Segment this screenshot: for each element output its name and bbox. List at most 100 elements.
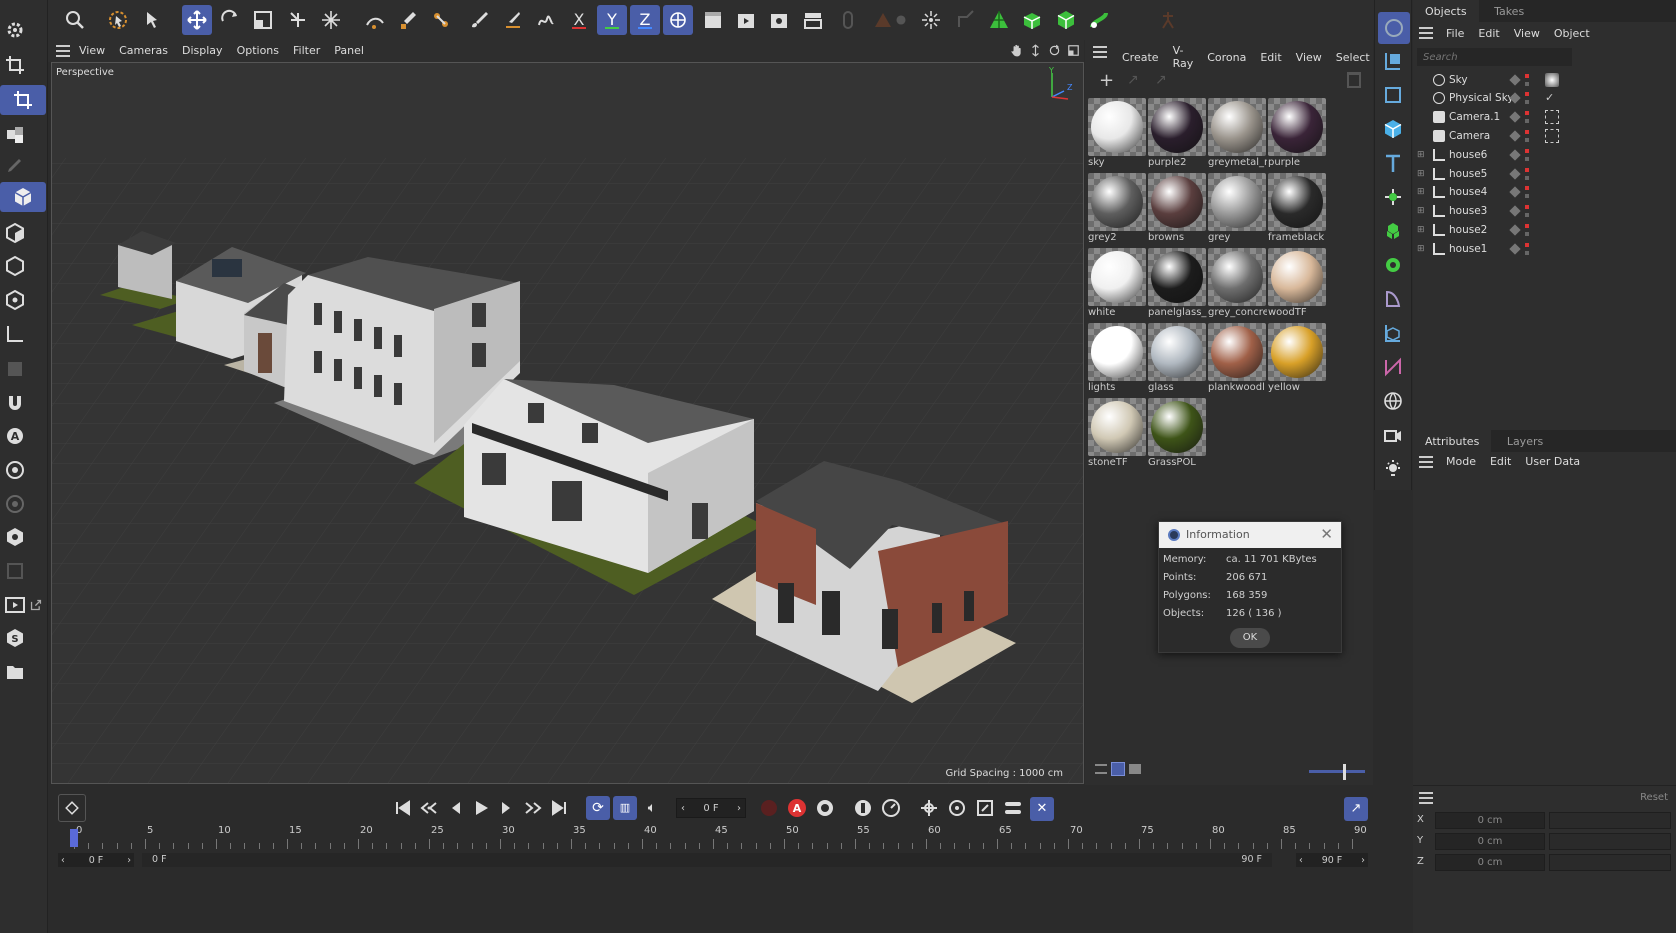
environment-object-icon[interactable]: [1378, 386, 1408, 416]
gear-small-icon[interactable]: [891, 5, 911, 35]
prev-frame-icon[interactable]: [444, 797, 466, 819]
object-row[interactable]: ⊞ house5: [1413, 164, 1676, 183]
green-pyramid-icon[interactable]: [984, 5, 1014, 35]
key-pla-icon[interactable]: ✕: [1030, 797, 1054, 821]
material-swatch[interactable]: purple2: [1147, 98, 1207, 170]
large-view-icon[interactable]: [1129, 764, 1141, 774]
coord-extra-field[interactable]: [1549, 833, 1671, 850]
rotate-tool-icon[interactable]: [215, 5, 245, 35]
viewport-menu-options[interactable]: Options: [230, 44, 286, 57]
sky-object-icon[interactable]: [1378, 12, 1410, 44]
x-axis-lock-icon[interactable]: X: [564, 5, 594, 35]
field-object-icon[interactable]: [1378, 318, 1408, 348]
particles-icon[interactable]: [916, 5, 946, 35]
move-view-icon[interactable]: [1029, 44, 1042, 57]
object-row[interactable]: ⊞ house6: [1413, 145, 1676, 164]
materials-menu-vray[interactable]: V-Ray: [1166, 44, 1201, 70]
materials-link-icon[interactable]: ↗: [1127, 72, 1139, 88]
material-swatch[interactable]: woodTF: [1267, 248, 1327, 320]
point-mode-icon[interactable]: [0, 251, 30, 281]
axis-icon[interactable]: [0, 319, 30, 349]
visibility-dots-icon[interactable]: [1525, 167, 1529, 180]
material-swatch[interactable]: yellow: [1267, 323, 1327, 395]
material-swatch[interactable]: sky: [1087, 98, 1147, 170]
viewport-menu-cameras[interactable]: Cameras: [112, 44, 175, 57]
key-param-icon[interactable]: [1002, 797, 1024, 819]
material-swatch[interactable]: grey: [1207, 173, 1267, 245]
check-tag-icon[interactable]: ✓: [1545, 91, 1559, 105]
materials-menu-create[interactable]: Create: [1115, 51, 1166, 64]
render-settings-icon[interactable]: [764, 5, 794, 35]
material-swatch[interactable]: grey2: [1087, 173, 1147, 245]
material-swatch[interactable]: frameblack: [1267, 173, 1327, 245]
objects-menu-view[interactable]: View: [1507, 27, 1547, 40]
smooth-icon[interactable]: [531, 5, 561, 35]
object-row[interactable]: ⊞ house2: [1413, 220, 1676, 239]
z-axis-lock-icon[interactable]: Z: [630, 5, 660, 35]
last-frame-icon[interactable]: [548, 797, 570, 819]
visibility-dots-icon[interactable]: [1525, 148, 1529, 161]
tab-takes[interactable]: Takes: [1482, 0, 1536, 23]
frame-inc-icon[interactable]: ›: [737, 803, 741, 814]
materials-hamburger-icon[interactable]: [1093, 46, 1107, 58]
key-pos-icon[interactable]: [852, 797, 874, 819]
record-off-icon[interactable]: [758, 797, 780, 819]
folder-icon[interactable]: [0, 657, 30, 687]
tab-objects[interactable]: Objects: [1413, 0, 1479, 23]
frame-dec-icon[interactable]: ‹: [681, 803, 685, 814]
green-cubes-icon[interactable]: [1017, 5, 1047, 35]
material-swatch[interactable]: glass: [1147, 323, 1207, 395]
light-object-icon[interactable]: [1378, 454, 1408, 484]
object-row[interactable]: Sky: [1413, 70, 1676, 89]
timeline-ruler[interactable]: 0 5 10 15 20 25 30 35 40 45 50 55 60 65 70 75 80 85 90: [70, 825, 1367, 849]
next-key-icon[interactable]: [522, 797, 544, 819]
spline-object-icon[interactable]: [1378, 352, 1408, 382]
coord-extra-field[interactable]: [1549, 854, 1671, 871]
key-rot-icon[interactable]: [880, 797, 902, 819]
range-slider[interactable]: 0 F 90 F: [142, 853, 1272, 867]
crop-active-icon[interactable]: [0, 85, 46, 115]
knife-icon[interactable]: [498, 5, 528, 35]
effector-object-icon[interactable]: [1378, 250, 1408, 280]
end-frame-field[interactable]: ‹ 90 F ›: [1296, 853, 1368, 867]
spline-sketch-icon[interactable]: [393, 5, 423, 35]
keyframe-settings-icon[interactable]: [814, 797, 836, 819]
hex-icon[interactable]: [0, 522, 30, 552]
material-swatch[interactable]: GrassPOL: [1147, 398, 1207, 470]
prev-key-icon[interactable]: [418, 797, 440, 819]
text-object-icon[interactable]: [1378, 148, 1408, 178]
fcurve-button[interactable]: ↗: [1344, 797, 1368, 821]
pen-icon[interactable]: [0, 150, 30, 180]
material-swatch[interactable]: grey_concre: [1207, 248, 1267, 320]
materials-menu-view[interactable]: View: [1289, 51, 1329, 64]
objects-menu-file[interactable]: File: [1439, 27, 1471, 40]
target-icon[interactable]: [0, 489, 30, 519]
bend-icon[interactable]: [951, 5, 981, 35]
object-row[interactable]: ⊞ house1: [1413, 239, 1676, 258]
cloner-object-icon[interactable]: [1378, 182, 1408, 212]
deformer-object-icon[interactable]: [1378, 284, 1408, 314]
end-inc-icon[interactable]: ›: [1361, 855, 1365, 866]
object-row[interactable]: Camera.1: [1413, 108, 1676, 127]
coord-x-field[interactable]: 0 cm: [1435, 812, 1545, 829]
expand-icon[interactable]: ⊞: [1417, 244, 1429, 254]
y-axis-lock-icon[interactable]: Y: [597, 5, 627, 35]
material-swatch[interactable]: stoneTF: [1087, 398, 1147, 470]
start-dec-icon[interactable]: ‹: [61, 855, 65, 866]
target-tag-icon[interactable]: [1545, 128, 1559, 143]
figure-icon[interactable]: [1153, 5, 1183, 35]
material-swatch[interactable]: browns: [1147, 173, 1207, 245]
layer-object-icon[interactable]: [1378, 46, 1408, 76]
visibility-dots-icon[interactable]: [1525, 205, 1529, 218]
material-swatch[interactable]: purple: [1267, 98, 1327, 170]
magnet-icon[interactable]: [0, 388, 30, 418]
viewport-menu-display[interactable]: Display: [175, 44, 230, 57]
autokey-icon[interactable]: A: [786, 797, 808, 819]
hamburger-icon[interactable]: [56, 45, 70, 57]
render-active-icon[interactable]: [731, 5, 761, 35]
clapper-icon[interactable]: [698, 5, 728, 35]
coords-hamburger-icon[interactable]: [1419, 792, 1433, 804]
spline-pen-icon[interactable]: [360, 5, 390, 35]
expand-icon[interactable]: ⊞: [1417, 150, 1429, 160]
attributes-menu-edit[interactable]: Edit: [1483, 455, 1518, 468]
